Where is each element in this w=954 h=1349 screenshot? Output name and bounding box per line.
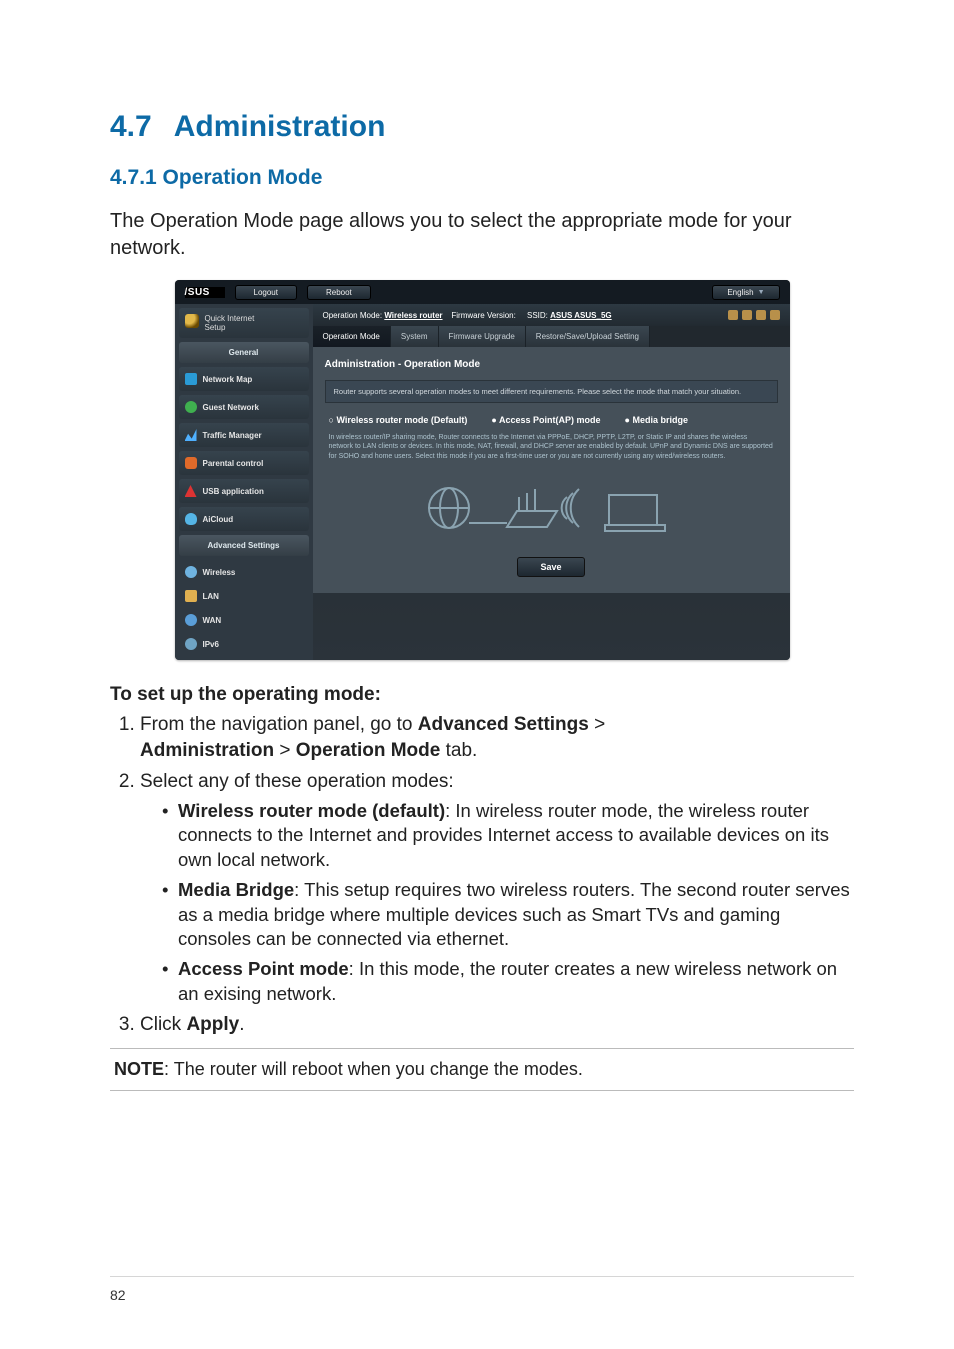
cloud-icon (185, 513, 197, 525)
tab-operation-mode[interactable]: Operation Mode (313, 326, 391, 347)
section-title: Administration (174, 110, 386, 143)
tab-restore-save-upload[interactable]: Restore/Save/Upload Setting (526, 326, 650, 347)
save-button[interactable]: Save (517, 557, 584, 577)
section-number: 4.7 (110, 110, 152, 143)
bold-administration: Administration (140, 740, 274, 761)
firmware-label: Firmware Version: (451, 311, 515, 320)
sidebar-item-wireless[interactable]: Wireless (179, 560, 309, 584)
mode-access-point: Access Point mode: In this mode, the rou… (162, 957, 854, 1006)
asus-logo: /SUS (185, 287, 225, 298)
pencil-icon (185, 314, 199, 328)
sidebar: Quick Internet Setup General Network Map… (175, 304, 313, 660)
network-diagram (325, 471, 778, 549)
network-icon (185, 373, 197, 385)
intro-paragraph: The Operation Mode page allows you to se… (110, 208, 854, 262)
sidebar-heading-general: General (179, 342, 309, 363)
note-box: NOTE: The router will reboot when you ch… (110, 1048, 854, 1091)
usb-icon (185, 485, 197, 497)
sidebar-item-wan[interactable]: WAN (179, 608, 309, 632)
lan-icon (185, 590, 197, 602)
parental-icon (185, 457, 197, 469)
mode-radios: Wireless router mode (Default) Access Po… (329, 415, 774, 425)
op-mode-label: Operation Mode: (323, 311, 383, 320)
tabs: Operation Mode System Firmware Upgrade R… (313, 326, 790, 347)
subsection-heading: 4.7.1 Operation Mode (110, 166, 854, 190)
sidebar-item-guest-network[interactable]: Guest Network (179, 395, 309, 419)
ssid-label: SSID: (527, 311, 548, 320)
bold-apply: Apply (186, 1014, 239, 1035)
radio-access-point[interactable]: Access Point(AP) mode (491, 415, 600, 425)
status-icons (728, 310, 780, 320)
language-select[interactable]: English ▼ (712, 285, 779, 300)
mode-media-bridge: Media Bridge: This setup requires two wi… (162, 878, 854, 951)
panel-hint: Router supports several operation modes … (325, 380, 778, 403)
sidebar-item-network-map[interactable]: Network Map (179, 367, 309, 391)
language-label: English (727, 288, 753, 297)
tab-firmware-upgrade[interactable]: Firmware Upgrade (439, 326, 526, 347)
ipv6-icon (185, 638, 197, 650)
qis-line2: Setup (205, 323, 226, 332)
step-1: From the navigation panel, go to Advance… (140, 712, 854, 763)
chevron-down-icon: ▼ (758, 289, 765, 296)
router-admin-screenshot: /SUS Logout Reboot English ▼ Quick Inter… (175, 280, 790, 660)
bold-operation-mode: Operation Mode (296, 740, 441, 761)
main-pane: Operation Mode: Wireless router Firmware… (313, 304, 790, 660)
status-icon (742, 310, 752, 320)
traffic-icon (185, 429, 197, 441)
sidebar-item-lan[interactable]: LAN (179, 584, 309, 608)
bold-advanced-settings: Advanced Settings (418, 714, 589, 735)
panel: Administration - Operation Mode Router s… (313, 347, 790, 593)
radio-media-bridge[interactable]: Media bridge (625, 415, 688, 425)
topbar: /SUS Logout Reboot English ▼ (175, 280, 790, 304)
op-mode-value: Wireless router (384, 311, 442, 320)
status-icon (728, 310, 738, 320)
note-text: : The router will reboot when you change… (164, 1059, 583, 1079)
procedure-heading: To set up the operating mode: (110, 684, 854, 706)
page-number: 82 (110, 1287, 126, 1303)
sidebar-heading-advanced: Advanced Settings (179, 535, 309, 556)
footer-rule (110, 1276, 854, 1277)
status-bar: Operation Mode: Wireless router Firmware… (313, 304, 790, 326)
ssid-values: ASUS ASUS_5G (550, 311, 612, 320)
radio-wireless-router[interactable]: Wireless router mode (Default) (329, 415, 468, 425)
sidebar-quick-internet-setup[interactable]: Quick Internet Setup (179, 308, 309, 338)
note-label: NOTE (114, 1059, 164, 1079)
sidebar-item-ipv6[interactable]: IPv6 (179, 632, 309, 656)
tab-system[interactable]: System (391, 326, 439, 347)
step-3: Click Apply. (140, 1012, 854, 1038)
sidebar-item-usb-application[interactable]: USB application (179, 479, 309, 503)
wan-icon (185, 614, 197, 626)
status-icon (770, 310, 780, 320)
mode-description: In wireless router/IP sharing mode, Rout… (329, 433, 774, 461)
mode-wireless-router: Wireless router mode (default): In wirel… (162, 799, 854, 872)
guest-icon (185, 401, 197, 413)
step-2: Select any of these operation modes: Wir… (140, 769, 854, 1006)
status-icon (756, 310, 766, 320)
section-heading: 4.7 Administration (110, 110, 854, 144)
procedure-list: From the navigation panel, go to Advance… (110, 712, 854, 1038)
logout-button[interactable]: Logout (235, 285, 297, 300)
mode-list: Wireless router mode (default): In wirel… (140, 799, 854, 1006)
sidebar-item-aicloud[interactable]: AiCloud (179, 507, 309, 531)
wifi-icon (185, 566, 197, 578)
panel-title: Administration - Operation Mode (325, 355, 778, 380)
reboot-button[interactable]: Reboot (307, 285, 371, 300)
sidebar-item-parental-control[interactable]: Parental control (179, 451, 309, 475)
sidebar-item-traffic-manager[interactable]: Traffic Manager (179, 423, 309, 447)
qis-line1: Quick Internet (205, 314, 255, 323)
